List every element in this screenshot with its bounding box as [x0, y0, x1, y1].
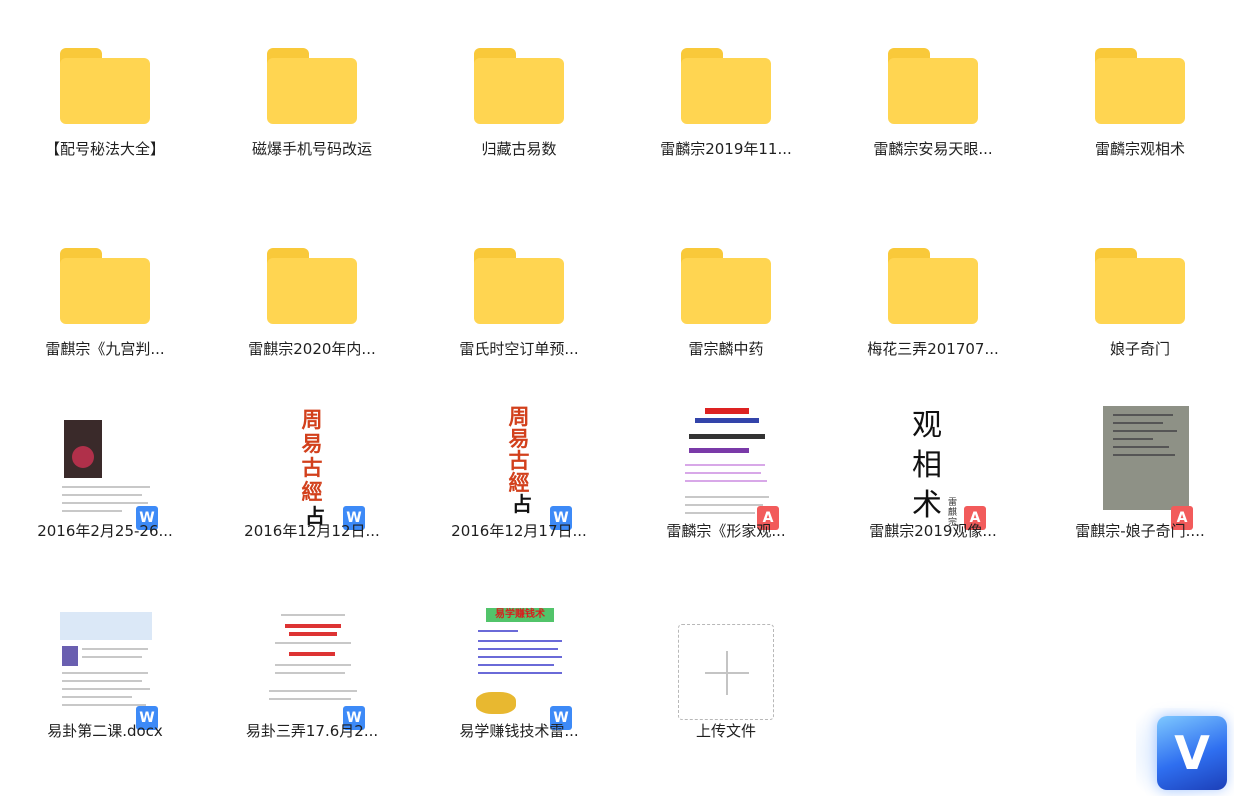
- upload-button[interactable]: [678, 624, 774, 720]
- folder-item[interactable]: 磁爆手机号码改运: [217, 18, 407, 208]
- folder-label: 雷麟宗安易天眼...: [873, 140, 993, 158]
- document-thumbnail: 周易古經 占 W: [247, 400, 377, 530]
- folder-item[interactable]: 【配号秘法大全】: [10, 18, 200, 208]
- app-logo-icon[interactable]: V: [1157, 716, 1227, 790]
- folder-label: 雷麒宗2020年内...: [248, 340, 376, 358]
- file-grid: 【配号秘法大全】 磁爆手机号码改运 归藏古易数 雷麟宗2019年11... 雷麟…: [0, 0, 1234, 796]
- folder-label: 归藏古易数: [481, 140, 557, 158]
- folder-item[interactable]: 雷麟宗安易天眼...: [838, 18, 1028, 208]
- folder-icon: [681, 248, 771, 324]
- document-thumbnail: W: [247, 600, 377, 730]
- folder-item[interactable]: 雷宗麟中药: [631, 218, 821, 408]
- file-item[interactable]: A 雷麟宗《形家观...: [631, 400, 821, 590]
- folder-icon: [474, 248, 564, 324]
- folder-icon: [267, 248, 357, 324]
- folder-label: 【配号秘法大全】: [44, 140, 165, 158]
- document-thumbnail: 易学赚钱术 W: [454, 600, 584, 730]
- folder-label: 雷麟宗观相术: [1094, 140, 1185, 158]
- folder-icon: [267, 48, 357, 124]
- folder-item[interactable]: 雷麟宗2019年11...: [631, 18, 821, 208]
- folder-icon: [1095, 48, 1185, 124]
- folder-item[interactable]: 娘子奇门: [1045, 218, 1234, 408]
- thumb-character: 占: [512, 492, 532, 516]
- upload-label: 上传文件: [695, 722, 756, 740]
- file-item[interactable]: W 易卦第二课.docx: [10, 600, 200, 790]
- folder-label: 磁爆手机号码改运: [251, 140, 372, 158]
- file-item[interactable]: 易学赚钱术 W 易学赚钱技术雷...: [424, 600, 614, 790]
- file-label: 易学赚钱技术雷...: [459, 722, 579, 740]
- file-label: 雷麟宗《形家观...: [666, 522, 786, 540]
- file-item[interactable]: A 雷麒宗-娘子奇门....: [1045, 400, 1234, 590]
- file-label: 雷麒宗2019观像...: [869, 522, 997, 540]
- folder-label: 雷氏时空订单预...: [459, 340, 579, 358]
- document-thumbnail: 观相术 雷麒宗 A: [868, 400, 998, 530]
- file-item[interactable]: 周易古經 占 W 2016年12月17日...: [424, 400, 614, 590]
- file-label: 2016年2月25-26...: [37, 522, 173, 540]
- folder-item[interactable]: 归藏古易数: [424, 18, 614, 208]
- folder-icon: [888, 48, 978, 124]
- document-thumbnail: W: [40, 600, 170, 730]
- document-thumbnail: W: [40, 400, 170, 530]
- document-thumbnail: A: [1075, 400, 1205, 530]
- file-label: 易卦三弄17.6月2...: [245, 722, 379, 740]
- file-item[interactable]: W 2016年2月25-26...: [10, 400, 200, 590]
- folder-icon: [1095, 248, 1185, 324]
- folder-item[interactable]: 雷麒宗《九宫判...: [10, 218, 200, 408]
- thumb-title: 观相术: [912, 408, 942, 523]
- folder-label: 雷宗麟中药: [688, 340, 764, 358]
- upload-file-item[interactable]: 上传文件: [631, 600, 821, 790]
- folder-icon: [60, 48, 150, 124]
- file-label: 雷麒宗-娘子奇门....: [1075, 522, 1205, 540]
- thumb-calligraphy: 周易古經: [301, 407, 323, 504]
- file-item[interactable]: 周易古經 占 W 2016年12月12日...: [217, 400, 407, 590]
- file-label: 2016年12月17日...: [451, 522, 587, 540]
- folder-icon: [474, 48, 564, 124]
- file-item[interactable]: 观相术 雷麒宗 A 雷麒宗2019观像...: [838, 400, 1028, 590]
- folder-label: 梅花三弄201707...: [867, 340, 999, 358]
- thumb-banner: 易学赚钱术: [486, 608, 554, 622]
- folder-item[interactable]: 雷麟宗观相术: [1045, 18, 1234, 208]
- folder-label: 雷麒宗《九宫判...: [45, 340, 165, 358]
- folder-icon: [60, 248, 150, 324]
- file-label: 易卦第二课.docx: [47, 722, 163, 740]
- folder-item[interactable]: 雷氏时空订单预...: [424, 218, 614, 408]
- document-thumbnail: 周易古經 占 W: [454, 400, 584, 530]
- file-label: 2016年12月12日...: [244, 522, 380, 540]
- file-item[interactable]: W 易卦三弄17.6月2...: [217, 600, 407, 790]
- folder-item[interactable]: 梅花三弄201707...: [838, 218, 1028, 408]
- folder-label: 娘子奇门: [1109, 340, 1170, 358]
- folder-item[interactable]: 雷麒宗2020年内...: [217, 218, 407, 408]
- thumb-calligraphy: 周易古經: [508, 406, 530, 495]
- folder-icon: [681, 48, 771, 124]
- folder-icon: [888, 248, 978, 324]
- document-thumbnail: A: [661, 400, 791, 530]
- folder-label: 雷麟宗2019年11...: [660, 140, 792, 158]
